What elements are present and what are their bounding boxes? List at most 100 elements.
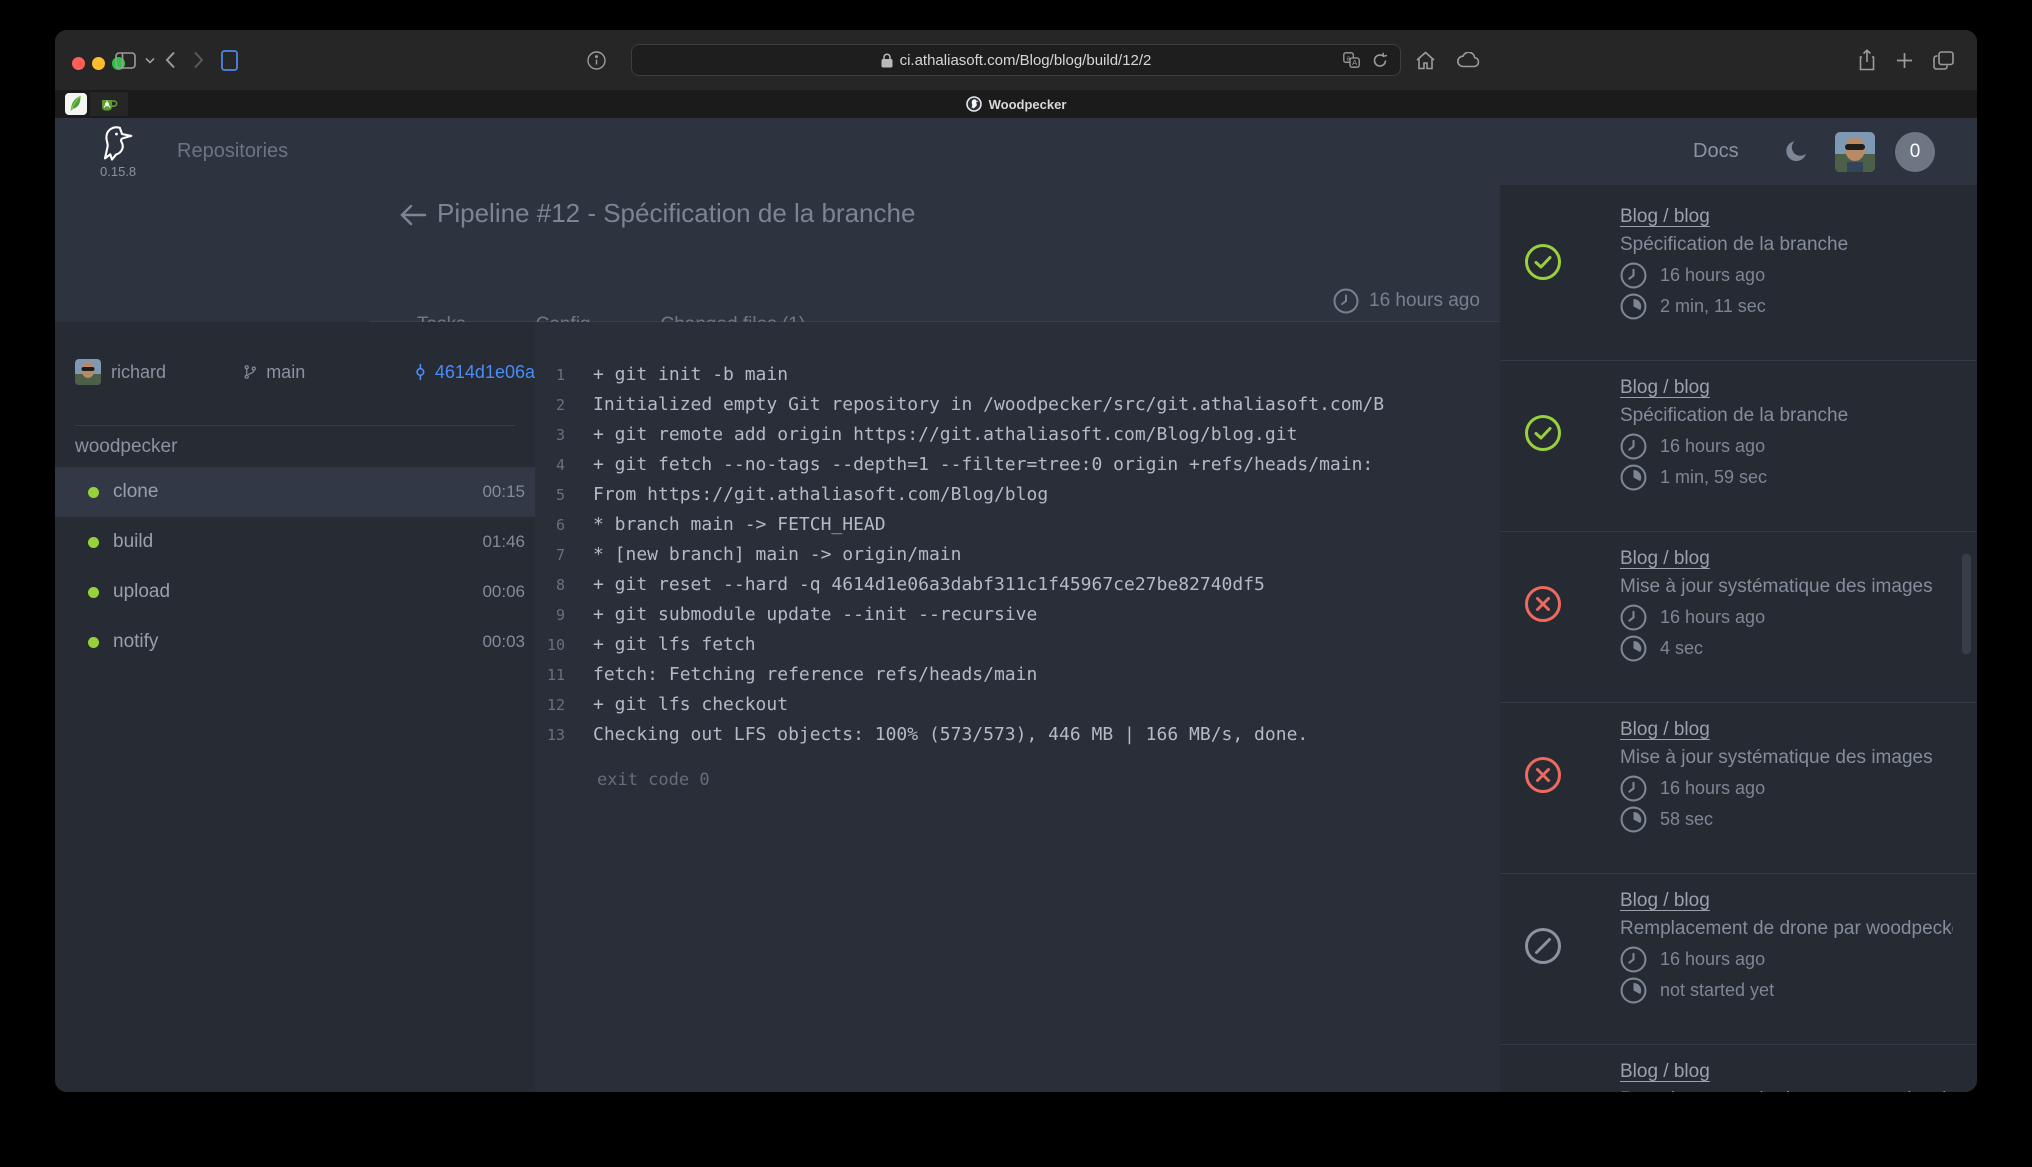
address-bar[interactable]: ci.athaliasoft.com/Blog/blog/build/12/2 … [631, 44, 1401, 76]
log-line-text: + git remote add origin https://git.atha… [565, 420, 1297, 450]
step-duration: 00:15 [482, 482, 525, 502]
build-list-item[interactable]: Blog / blog Remplacement de drone par wo… [1500, 874, 1977, 1045]
sidebar-scrollbar-thumb[interactable] [1962, 554, 1971, 654]
woodpecker-logo-icon[interactable] [93, 123, 139, 167]
log-line: 13 Checking out LFS objects: 100% (573/5… [535, 720, 1500, 750]
log-line-number: 12 [535, 690, 565, 720]
build-duration-row: not started yet [1620, 975, 1953, 1006]
log-line-text: fetch: Fetching reference refs/heads/mai… [565, 660, 1037, 690]
log-line-text: + git lfs checkout [565, 690, 788, 720]
clock-icon [1620, 262, 1647, 289]
screenshot-stage: ci.athaliasoft.com/Blog/blog/build/12/2 … [0, 0, 2032, 1167]
duration-icon [1620, 806, 1647, 833]
clock-icon [1620, 775, 1647, 802]
build-repo-link[interactable]: Blog / blog [1620, 204, 1710, 230]
build-duration: 1 min, 59 sec [1660, 467, 1767, 488]
browser-titlebar: ci.athaliasoft.com/Blog/blog/build/12/2 … [55, 30, 1977, 90]
build-repo-link[interactable]: Blog / blog [1620, 546, 1710, 572]
failure-x-icon [1524, 585, 1562, 623]
translate-icon[interactable]: A a [1343, 45, 1360, 75]
build-time: 16 hours ago [1660, 778, 1765, 799]
clock-icon [1620, 604, 1647, 631]
tab-overview-icon[interactable] [1933, 44, 1954, 76]
build-list-item[interactable]: Blog / blog Spécification de la branche … [1500, 190, 1977, 361]
log-line-number: 13 [535, 720, 565, 750]
build-time: 16 hours ago [1660, 949, 1765, 970]
success-check-icon [1524, 243, 1562, 281]
pipeline-step[interactable]: build 01:46 [55, 517, 535, 567]
branch-name[interactable]: main [266, 362, 305, 383]
pipeline-time: 16 hours ago [1333, 288, 1485, 314]
author-avatar [75, 359, 101, 385]
notification-badge[interactable]: 0 [1895, 132, 1935, 172]
svg-text:a: a [1347, 55, 1351, 62]
build-time-row: 16 hours ago [1620, 260, 1953, 291]
clock-icon [1620, 433, 1647, 460]
workflow-name: woodpecker [75, 436, 177, 458]
log-line-text: + git submodule update --init --recursiv… [565, 600, 1037, 630]
address-url: ci.athaliasoft.com/Blog/blog/build/12/2 [900, 52, 1152, 69]
dark-mode-toggle-icon[interactable] [1777, 131, 1817, 171]
success-check-icon [1524, 414, 1562, 452]
log-line: 4 + git fetch --no-tags --depth=1 --filt… [535, 450, 1500, 480]
pipeline-step[interactable]: upload 00:06 [55, 567, 535, 617]
log-line-number: 5 [535, 480, 565, 510]
build-duration: 58 sec [1660, 809, 1713, 830]
build-repo-link[interactable]: Blog / blog [1620, 1059, 1710, 1085]
close-window-button[interactable] [72, 57, 85, 70]
build-status-icon [1524, 585, 1562, 623]
failure-x-icon [1524, 756, 1562, 794]
author-name: richard [111, 362, 166, 383]
pipeline-step[interactable]: clone 00:15 [55, 467, 535, 517]
step-log-output[interactable]: 1 + git init -b main 2 Initialized empty… [535, 322, 1500, 1092]
back-to-builds-icon[interactable] [398, 200, 428, 230]
build-list-item[interactable]: Blog / blog Mise à jour systématique des… [1500, 703, 1977, 874]
nav-repositories-link[interactable]: Repositories [177, 118, 288, 185]
minimize-window-button[interactable] [92, 57, 105, 70]
build-list-item[interactable]: Blog / blog Remplacement de drone par wo… [1500, 1045, 1977, 1092]
home-icon[interactable] [1415, 44, 1436, 76]
reload-icon[interactable] [1372, 45, 1388, 75]
new-tab-icon[interactable] [1896, 44, 1913, 76]
build-duration-row: 4 sec [1620, 633, 1953, 664]
step-name: clone [113, 481, 468, 503]
duration-icon [1620, 977, 1647, 1004]
log-line: 5 From https://git.athaliasoft.com/Blog/… [535, 480, 1500, 510]
build-repo-link[interactable]: Blog / blog [1620, 375, 1710, 401]
log-line-text: From https://git.athaliasoft.com/Blog/bl… [565, 480, 1048, 510]
sidebar-toggle-icon[interactable] [115, 44, 136, 76]
commit-hash-link[interactable]: 4614d1e06a [435, 362, 535, 383]
nav-docs-link[interactable]: Docs [1693, 118, 1739, 185]
active-tab[interactable]: Woodpecker [55, 90, 1977, 118]
branch-icon [242, 361, 258, 383]
build-repo-link[interactable]: Blog / blog [1620, 888, 1710, 914]
build-list-item[interactable]: Blog / blog Mise à jour systématique des… [1500, 532, 1977, 703]
log-line-text: * [new branch] main -> origin/main [565, 540, 961, 570]
log-line: 7 * [new branch] main -> origin/main [535, 540, 1500, 570]
build-status-icon [1524, 756, 1562, 794]
build-time-row: 16 hours ago [1620, 944, 1953, 975]
build-repo-link[interactable]: Blog / blog [1620, 717, 1710, 743]
chevron-down-icon[interactable] [145, 44, 155, 76]
build-duration-row: 58 sec [1620, 804, 1953, 835]
build-list-item[interactable]: Blog / blog Spécification de la branche … [1500, 361, 1977, 532]
forward-button[interactable] [193, 44, 204, 76]
icloud-tabs-icon[interactable] [1457, 44, 1480, 76]
build-status-icon [1524, 414, 1562, 452]
log-line-text: Checking out LFS objects: 100% (573/573)… [565, 720, 1308, 750]
log-line-number: 11 [535, 660, 565, 690]
log-line-text: + git reset --hard -q 4614d1e06a3dabf311… [565, 570, 1265, 600]
share-icon[interactable] [1858, 44, 1876, 76]
pipeline-step[interactable]: notify 00:03 [55, 617, 535, 667]
woodpecker-favicon [966, 96, 982, 112]
lock-icon [881, 53, 893, 68]
log-line-number: 6 [535, 510, 565, 540]
start-page-icon[interactable] [221, 44, 238, 76]
commit-icon [413, 360, 428, 384]
back-button[interactable] [165, 44, 176, 76]
log-line-number: 2 [535, 390, 565, 420]
step-duration: 00:06 [482, 582, 525, 602]
clock-icon [1620, 946, 1647, 973]
user-avatar[interactable] [1835, 132, 1875, 172]
page-info-icon[interactable] [587, 44, 606, 76]
